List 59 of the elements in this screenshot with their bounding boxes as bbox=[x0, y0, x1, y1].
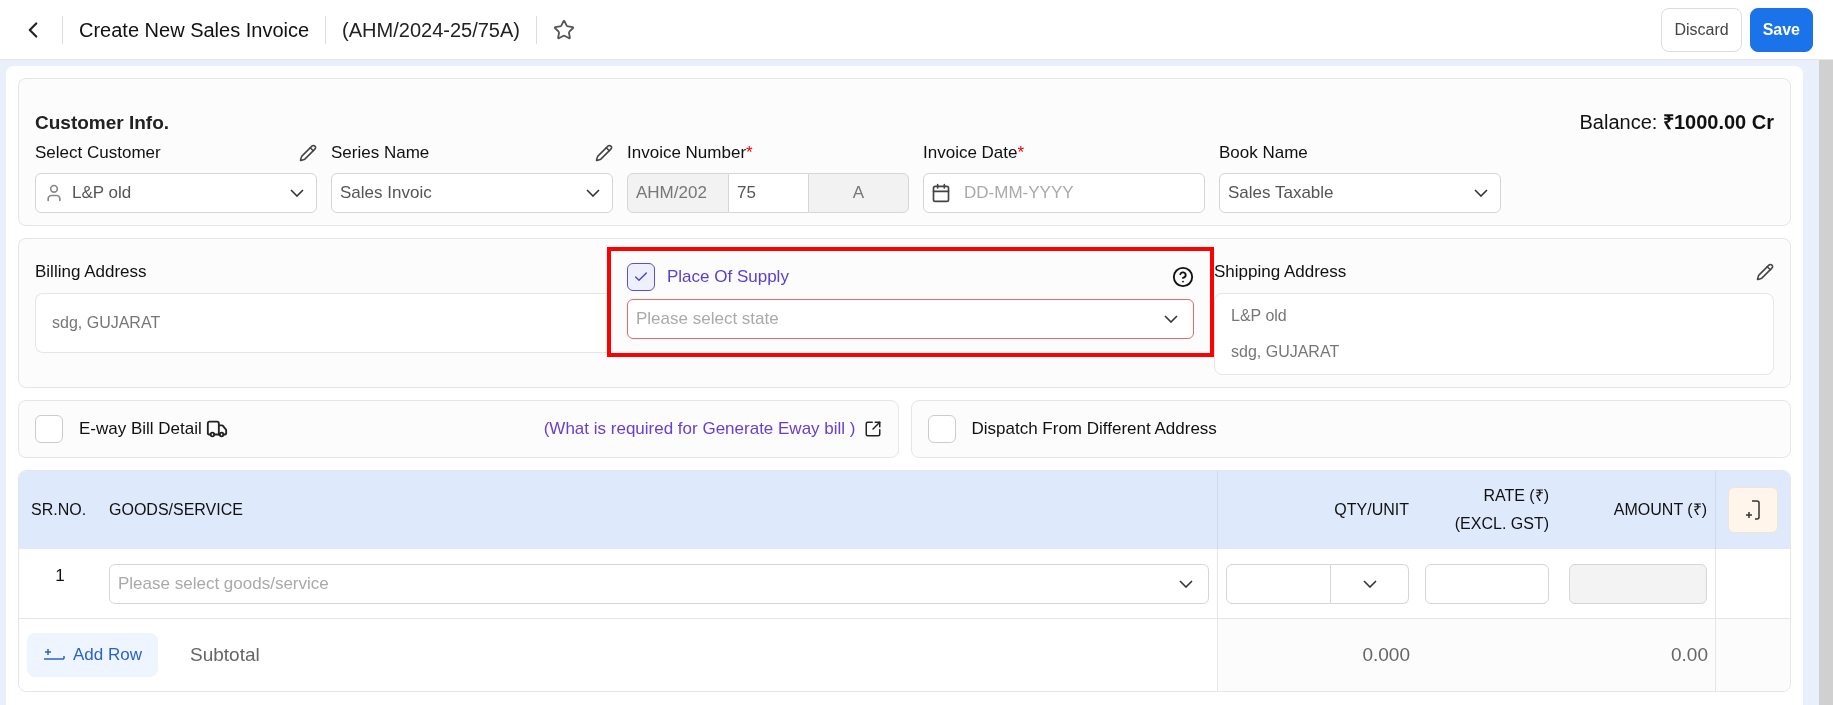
discard-button[interactable]: Discard bbox=[1661, 7, 1742, 52]
add-row-icon bbox=[43, 648, 65, 662]
edit-icon[interactable] bbox=[1756, 262, 1774, 281]
select-field[interactable]: L&P old bbox=[35, 173, 317, 213]
add-column-button[interactable] bbox=[1728, 487, 1778, 533]
subtotal-label: Subtotal bbox=[190, 642, 260, 667]
field-label: Series Name bbox=[331, 142, 430, 165]
field-label: Book Name bbox=[1219, 142, 1308, 165]
qty-field[interactable] bbox=[1226, 563, 1331, 604]
add-column-icon bbox=[1745, 500, 1761, 520]
scrollbar[interactable] bbox=[1819, 60, 1833, 705]
chevron-down-icon bbox=[1179, 579, 1193, 588]
field-label: Invoice Number* bbox=[627, 142, 753, 165]
prefix-field: AHM/202 bbox=[627, 173, 729, 213]
subtotal-qty: 0.000 bbox=[1361, 642, 1410, 667]
checkbox[interactable] bbox=[627, 263, 655, 291]
option-label: Dispatch From Different Address bbox=[971, 418, 1217, 441]
edit-icon[interactable] bbox=[595, 144, 613, 162]
field-label: Place Of Supply bbox=[667, 266, 790, 289]
address-line: sdg, GUJARAT bbox=[52, 312, 162, 333]
address-line: sdg, GUJARAT bbox=[1231, 341, 1341, 362]
select-field[interactable]: Sales Taxable bbox=[1219, 173, 1501, 213]
row-number: 1 bbox=[54, 564, 66, 587]
state-select[interactable]: Please select state bbox=[627, 299, 1194, 339]
date-field[interactable]: DD-MM-YYYY bbox=[923, 173, 1205, 213]
suffix-field: A bbox=[808, 173, 909, 213]
select-field[interactable]: Sales Invoic bbox=[331, 173, 613, 213]
chevron-down-icon bbox=[1164, 315, 1178, 323]
option-label: E-way Bill Detail bbox=[79, 418, 202, 441]
external-link-icon[interactable] bbox=[863, 420, 882, 438]
column-header: AMOUNT (₹) bbox=[1613, 501, 1707, 518]
page-title: Create New Sales Invoice bbox=[79, 17, 310, 43]
goods-select[interactable]: Please select goods/service bbox=[109, 563, 1209, 604]
field-label: Select Customer bbox=[35, 142, 161, 165]
column-header: RATE (₹) (EXCL. GST) bbox=[1453, 486, 1549, 534]
edit-icon[interactable] bbox=[299, 144, 317, 162]
number-field[interactable]: 75 bbox=[729, 173, 808, 213]
chevron-down-icon bbox=[586, 189, 600, 197]
column-header: SR.NO. bbox=[31, 501, 87, 518]
address-line: L&P old bbox=[1231, 305, 1288, 326]
chevron-down-icon bbox=[1362, 579, 1377, 588]
column-header: GOODS/SERVICE bbox=[109, 501, 243, 518]
chevron-down-icon bbox=[290, 189, 304, 197]
balance-text: Balance: ₹1000.00 Cr bbox=[1579, 110, 1774, 135]
rate-field[interactable] bbox=[1425, 563, 1549, 604]
calendar-icon bbox=[931, 183, 951, 203]
chevron-down-icon bbox=[1474, 189, 1488, 197]
star-icon[interactable] bbox=[553, 18, 575, 41]
invoice-code: (AHM/2024-25/75A) bbox=[342, 17, 520, 43]
column-header: QTY/UNIT bbox=[1334, 500, 1409, 520]
save-button[interactable]: Save bbox=[1749, 7, 1813, 52]
field-label: Shipping Address bbox=[1214, 261, 1347, 283]
section-title: Customer Info. bbox=[35, 110, 170, 135]
field-label: Invoice Date* bbox=[923, 142, 1025, 165]
help-link[interactable]: (What is required for Generate Eway bill ) bbox=[543, 416, 856, 442]
add-row-button[interactable]: Add Row bbox=[27, 633, 158, 677]
subtotal-amount: 0.00 bbox=[1670, 642, 1708, 667]
help-icon[interactable] bbox=[1172, 266, 1194, 288]
field-label: Billing Address bbox=[35, 261, 148, 283]
